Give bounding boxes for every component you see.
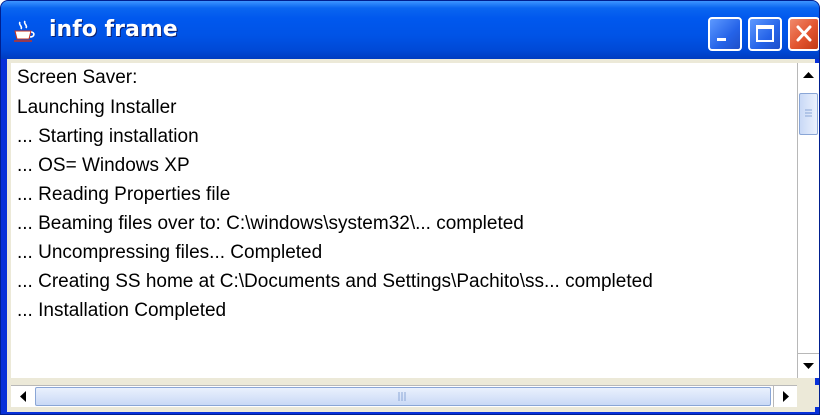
scrollbar-corner <box>797 385 819 407</box>
log-line: Screen Saver: <box>17 67 138 88</box>
grip-icon <box>398 392 406 401</box>
window-title: info frame <box>49 17 178 42</box>
scroll-right-button[interactable] <box>773 386 797 407</box>
info-frame-window: info frame Screen Saver: Launching Insta… <box>0 0 820 415</box>
vertical-scrollbar[interactable] <box>797 63 819 378</box>
log-line: ... Starting installation <box>17 126 199 147</box>
log-line: ... OS= Windows XP <box>17 155 190 176</box>
arrow-left-icon <box>20 391 26 402</box>
maximize-icon <box>756 25 774 42</box>
log-line: ... Uncompressing files... Completed <box>17 242 323 263</box>
maximize-button[interactable] <box>748 17 782 51</box>
log-line: ... Beaming files over to: C:\windows\sy… <box>17 213 524 234</box>
log-line: Launching Installer <box>17 97 177 118</box>
log-line: ... Creating SS home at C:\Documents and… <box>17 271 653 292</box>
log-text-area[interactable]: Screen Saver: Launching Installer ... St… <box>11 63 797 378</box>
minimize-icon <box>717 38 726 41</box>
horizontal-scroll-thumb[interactable] <box>35 387 771 406</box>
arrow-up-icon <box>803 72 814 78</box>
minimize-button[interactable] <box>708 17 742 51</box>
scroll-up-button[interactable] <box>798 63 819 88</box>
scroll-left-button[interactable] <box>11 386 35 407</box>
arrow-right-icon <box>783 391 789 402</box>
log-line: ... Reading Properties file <box>17 184 231 205</box>
arrow-down-icon <box>803 363 814 369</box>
java-coffee-cup-icon <box>11 19 37 45</box>
title-bar[interactable]: info frame <box>1 1 819 59</box>
close-icon <box>796 25 812 42</box>
log-line: ... Installation Completed <box>17 300 227 321</box>
vertical-scroll-thumb[interactable] <box>799 93 818 135</box>
horizontal-scrollbar[interactable] <box>11 385 797 407</box>
scroll-down-button[interactable] <box>798 353 819 378</box>
close-button[interactable] <box>788 17 819 51</box>
grip-icon <box>805 109 812 117</box>
